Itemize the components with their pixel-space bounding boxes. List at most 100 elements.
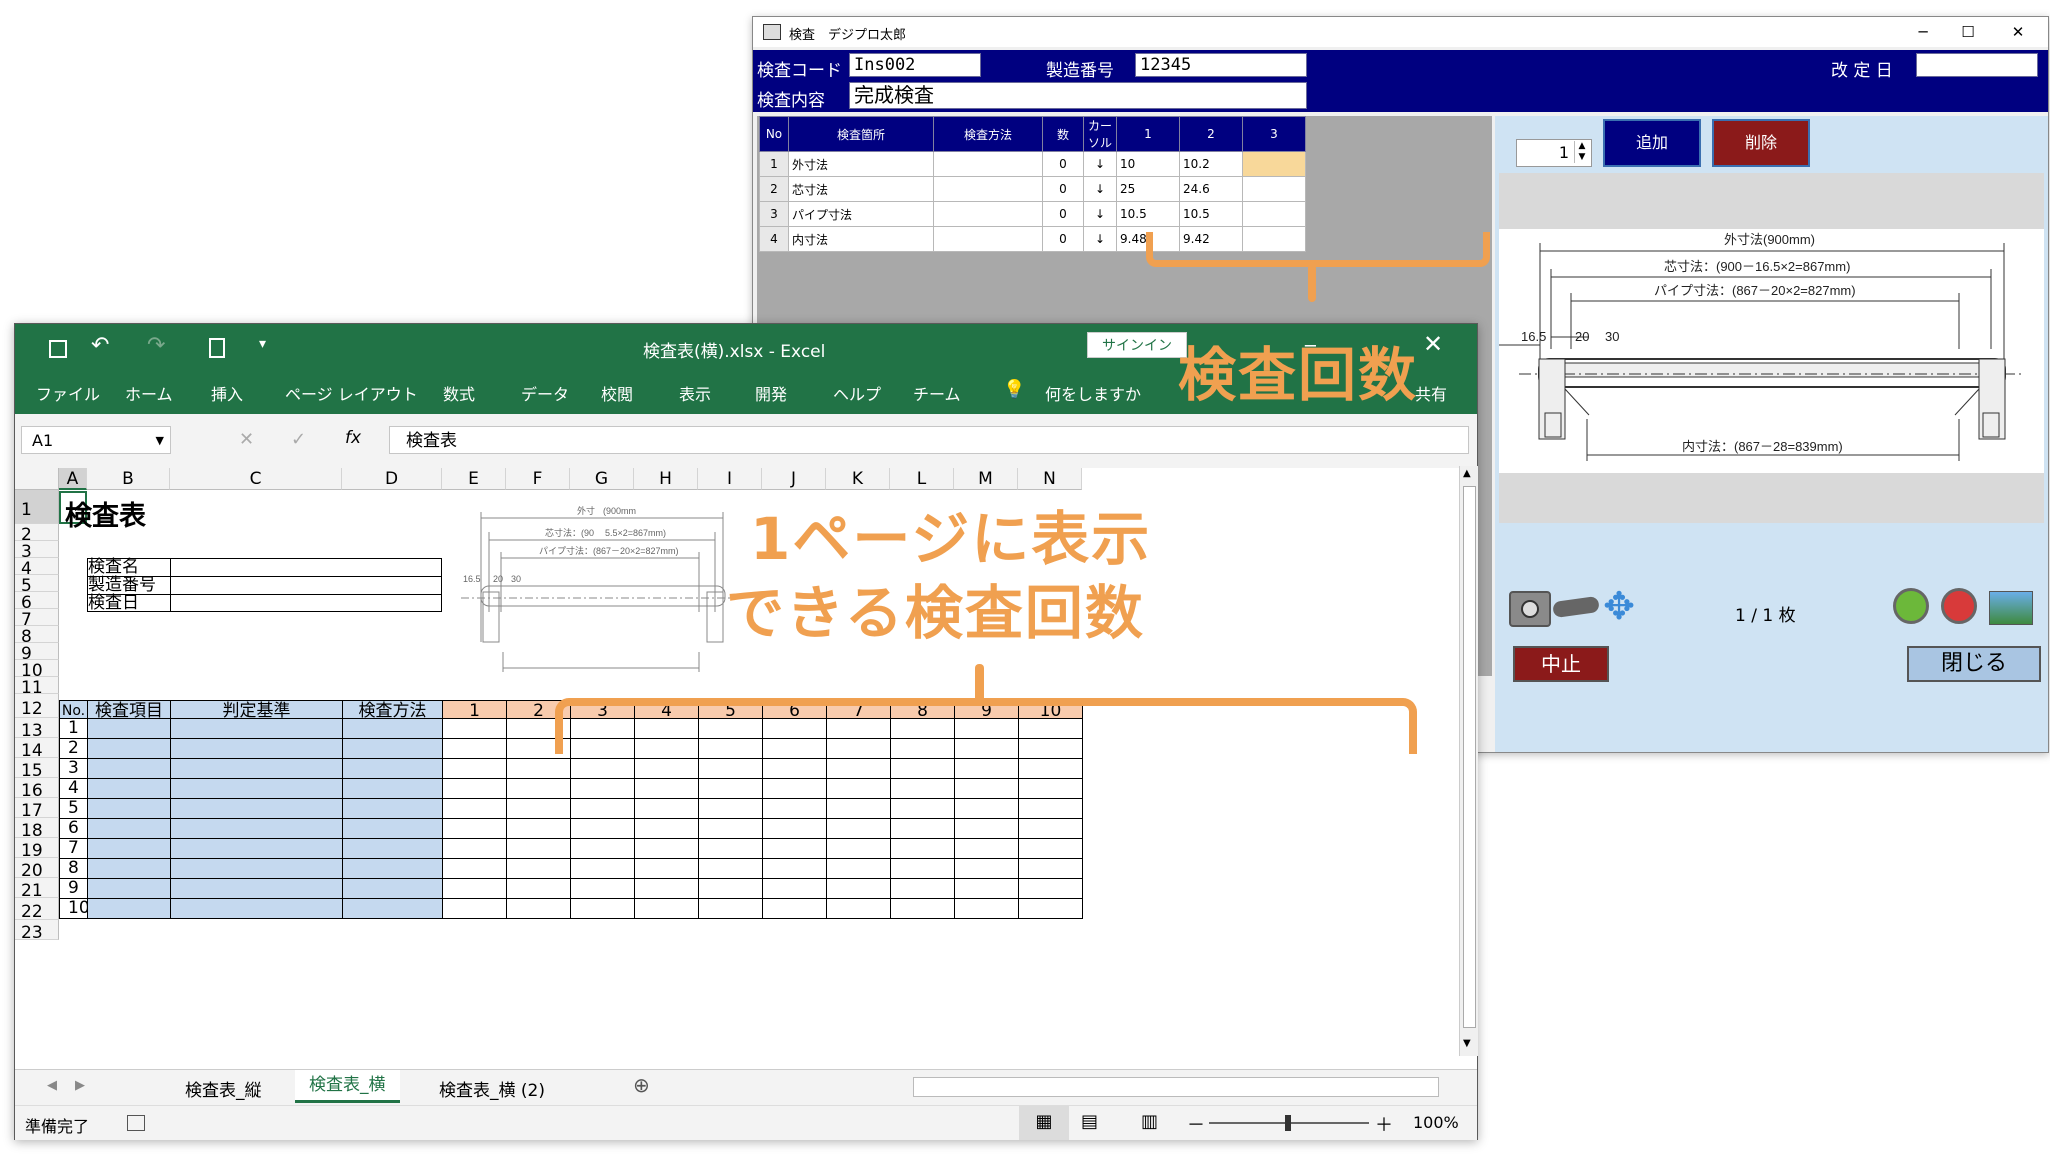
table-cell[interactable] [170,778,343,799]
table-cell[interactable] [826,798,891,819]
grid-cell-place[interactable]: 外寸法 [788,151,934,177]
table-cell[interactable] [442,738,507,759]
table-cell[interactable] [762,898,827,919]
content-field[interactable]: 完成検査 [849,82,1307,109]
table-cell[interactable] [87,838,171,859]
table-cell[interactable] [87,758,171,779]
table-item-number[interactable]: 8 [59,858,88,879]
normal-view-icon[interactable]: ▦ [1019,1106,1069,1140]
table-item-number[interactable]: 7 [59,838,88,859]
tab-sheet-horizontal[interactable]: 検査表_横 [295,1070,400,1103]
grid-cell-value-1[interactable]: 25 [1116,176,1180,202]
info-value-date[interactable] [170,594,442,612]
close-window-button[interactable]: ✕ [1998,21,2038,43]
table-cell[interactable] [170,738,343,759]
table-cell[interactable] [342,878,443,899]
grid-cell-value-3[interactable] [1242,151,1306,177]
table-cell[interactable] [762,798,827,819]
scroll-thumb[interactable] [1463,486,1476,1028]
grid-cell-value-3[interactable] [1242,201,1306,227]
table-cell[interactable] [342,838,443,859]
table-cell[interactable] [634,758,699,779]
table-cell[interactable] [342,718,443,739]
menu-insert[interactable]: 挿入 [211,381,243,405]
table-cell[interactable] [570,778,635,799]
table-cell[interactable] [87,858,171,879]
table-cell[interactable] [1018,798,1083,819]
tab-sheet-horizontal-2[interactable]: 検査表_横 (2) [439,1076,545,1101]
table-cell[interactable] [698,858,763,879]
table-cell[interactable] [87,798,171,819]
table-cell[interactable] [570,898,635,919]
column-header-a[interactable]: A [59,468,87,490]
move-arrows-icon[interactable]: ✥ [1599,586,1639,626]
grid-row[interactable]: 2 芯寸法 0 ↓ 25 24.6 [759,176,1306,202]
table-cell[interactable] [954,878,1019,899]
table-cell[interactable] [342,858,443,879]
table-cell[interactable] [442,798,507,819]
vertical-scrollbar[interactable]: ▲ ▼ [1459,466,1478,1056]
revdate-field[interactable] [1916,53,2038,77]
add-button[interactable]: 追加 [1603,119,1701,167]
table-cell[interactable] [570,798,635,819]
table-cell[interactable] [634,858,699,879]
grid-cell-value-1[interactable]: 10 [1116,151,1180,177]
row-header[interactable]: 10 [15,660,59,681]
table-cell[interactable] [634,778,699,799]
row-header[interactable]: 17 [15,798,59,821]
table-cell[interactable] [954,818,1019,839]
table-cell[interactable] [1018,858,1083,879]
table-cell[interactable] [342,898,443,919]
row-header[interactable]: 15 [15,758,59,781]
table-cell[interactable] [1018,818,1083,839]
row-header[interactable]: 3 [15,541,59,562]
table-item-number[interactable]: 6 [59,818,88,839]
table-item-number[interactable]: 1 [59,718,88,739]
table-cell[interactable] [826,838,891,859]
scanner-icon[interactable] [1552,595,1600,619]
grid-cell-place[interactable]: 内寸法 [788,226,934,252]
grid-cell-count[interactable]: 0 [1042,176,1084,202]
table-cell[interactable] [762,858,827,879]
tab-scroll-right-icon[interactable]: ▶ [75,1078,85,1093]
table-cell[interactable] [506,858,571,879]
zoom-out-icon[interactable] [1941,588,1977,624]
table-cell[interactable] [442,818,507,839]
row-header[interactable]: 1 [15,490,59,524]
grid-cell-count[interactable]: 0 [1042,201,1084,227]
grid-cell-method[interactable] [933,151,1043,177]
table-cell[interactable] [698,878,763,899]
cancel-icon[interactable]: ✕ [239,429,254,450]
print-preview-icon[interactable] [209,338,225,358]
table-cell[interactable] [170,758,343,779]
scroll-up-icon[interactable]: ▲ [1463,468,1471,479]
table-cell[interactable] [634,838,699,859]
row-header[interactable]: 8 [15,626,59,647]
picture-icon[interactable] [1989,591,2033,625]
table-cell[interactable] [698,758,763,779]
chevron-down-icon[interactable]: ▼ [156,427,164,455]
table-cell[interactable] [506,898,571,919]
table-cell[interactable] [762,758,827,779]
menu-help[interactable]: ヘルプ [833,381,881,405]
table-cell[interactable] [442,878,507,899]
table-cell[interactable] [506,758,571,779]
row-header[interactable]: 2 [15,524,59,545]
grid-cell-value-2[interactable]: 24.6 [1179,176,1243,202]
column-header-g[interactable]: G [570,468,634,490]
table-cell[interactable] [1018,778,1083,799]
table-cell[interactable] [826,818,891,839]
info-value-serial[interactable] [170,576,442,594]
column-header-f[interactable]: F [506,468,570,490]
grid-cell-count[interactable]: 0 [1042,226,1084,252]
grid-row[interactable]: 3 パイプ寸法 0 ↓ 10.5 10.5 [759,201,1306,227]
grid-cell-no[interactable]: 4 [759,226,789,252]
table-cell[interactable] [890,798,955,819]
add-sheet-icon[interactable]: ⊕ [633,1073,650,1097]
column-header-j[interactable]: J [762,468,826,490]
column-header-c[interactable]: C [170,468,342,490]
table-cell[interactable] [442,758,507,779]
table-cell[interactable] [170,798,343,819]
table-cell[interactable] [890,878,955,899]
info-value-name[interactable] [170,558,442,576]
